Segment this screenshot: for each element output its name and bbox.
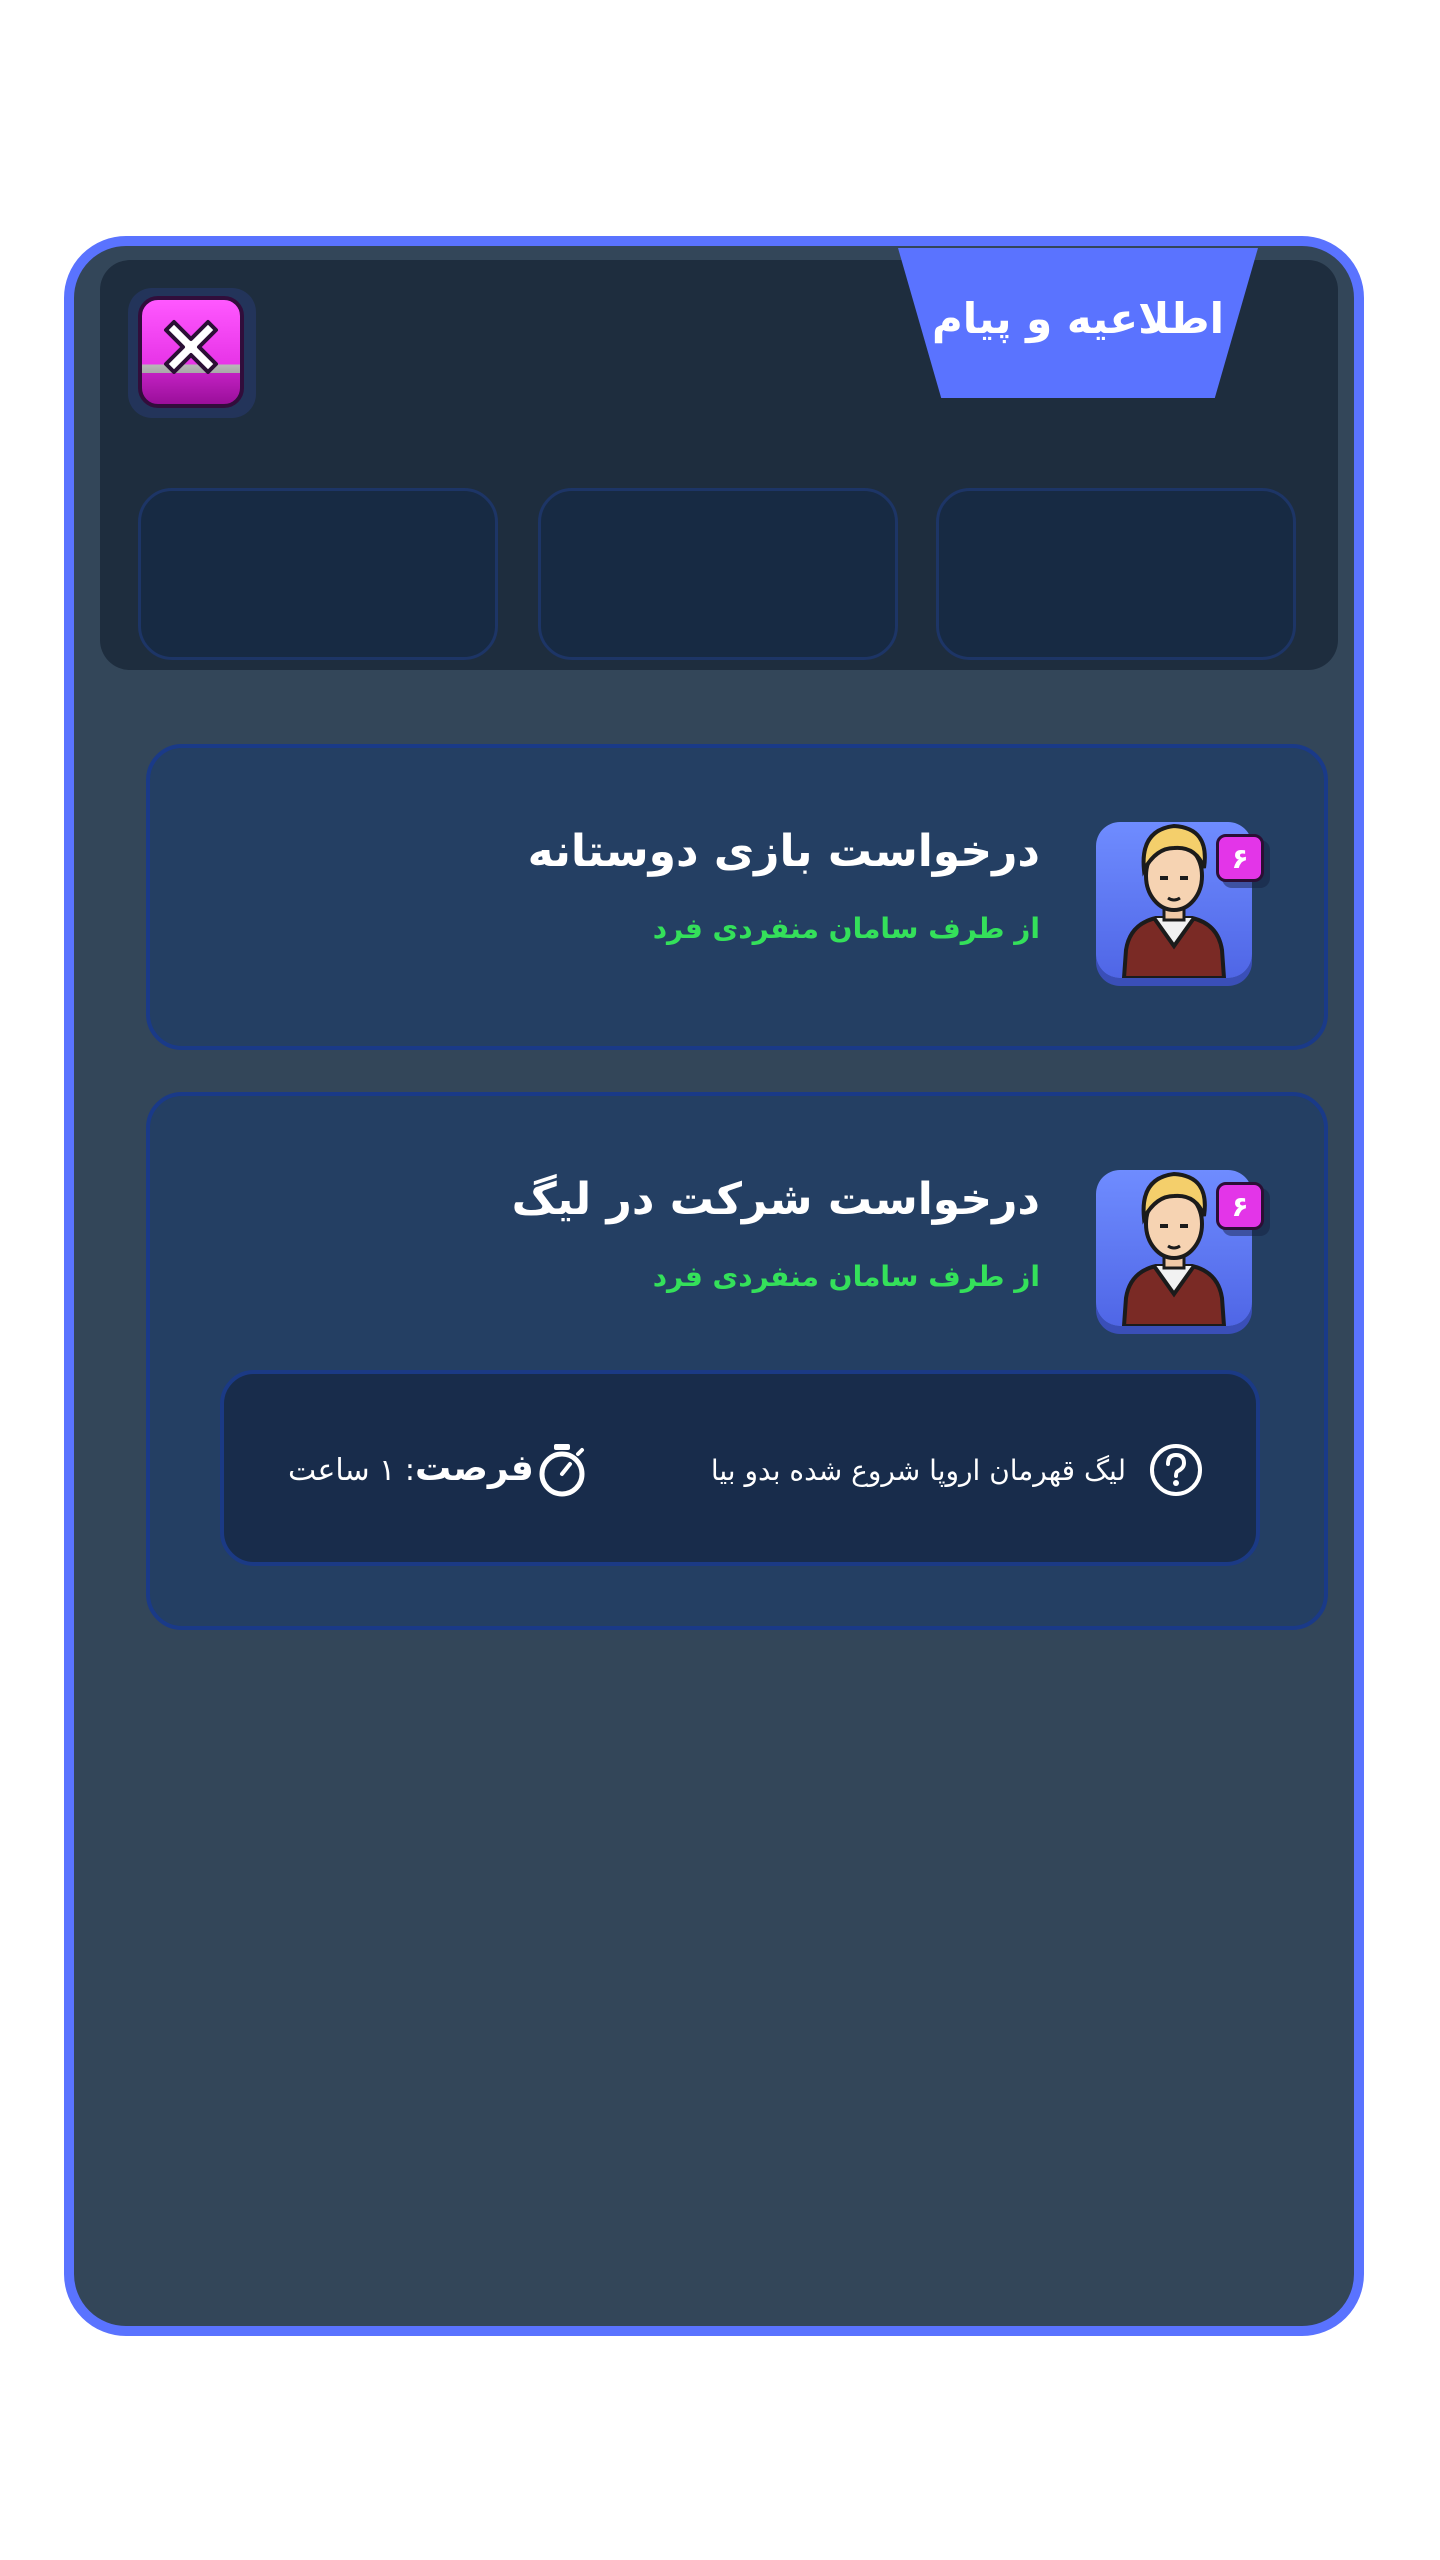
tab-slot-middle[interactable]: [538, 488, 898, 660]
title-tab: اطلاعیه و پیام: [898, 248, 1258, 398]
level-badge: ۶: [1216, 834, 1264, 882]
panel-title: اطلاعیه و پیام: [932, 293, 1224, 343]
deadline-label: فرصت: [414, 1448, 534, 1489]
close-button[interactable]: [138, 296, 244, 408]
notifications-panel: اطلاعیه و پیام ۶ درخواست بازی دوستانه از…: [64, 236, 1364, 2336]
player-avatar-icon: [1121, 823, 1227, 978]
tab-slot-right[interactable]: [936, 488, 1296, 660]
notification-sender: از طرف سامان منفردی فرد: [652, 912, 1040, 945]
avatar: ۶: [1096, 822, 1264, 978]
panel-header: اطلاعیه و پیام: [100, 248, 1338, 670]
league-message: لیگ قهرمان اروپا شروع شده بدو بیا: [710, 1454, 1126, 1487]
deadline: فرصت: ۱ ساعت: [288, 1448, 534, 1489]
stopwatch-icon: [539, 1444, 585, 1497]
notification-card[interactable]: ۶ درخواست شرکت در لیگ از طرف سامان منفرد…: [146, 1092, 1328, 1630]
close-button-frame: [128, 288, 256, 418]
close-x-icon: [164, 320, 218, 374]
deadline-value: : ۱ ساعت: [288, 1453, 415, 1488]
avatar: ۶: [1096, 1170, 1264, 1326]
notification-title: درخواست بازی دوستانه: [527, 826, 1040, 877]
notification-title: درخواست شرکت در لیگ: [511, 1174, 1040, 1225]
tab-slot-left[interactable]: [138, 488, 498, 660]
player-avatar-icon: [1121, 1171, 1227, 1326]
question-circle-icon[interactable]: [1148, 1442, 1204, 1498]
notification-card[interactable]: ۶ درخواست بازی دوستانه از طرف سامان منفر…: [146, 744, 1328, 1050]
notification-sender: از طرف سامان منفردی فرد: [652, 1260, 1040, 1293]
level-badge: ۶: [1216, 1182, 1264, 1230]
league-info-box: لیگ قهرمان اروپا شروع شده بدو بیا فرصت: …: [220, 1370, 1260, 1566]
